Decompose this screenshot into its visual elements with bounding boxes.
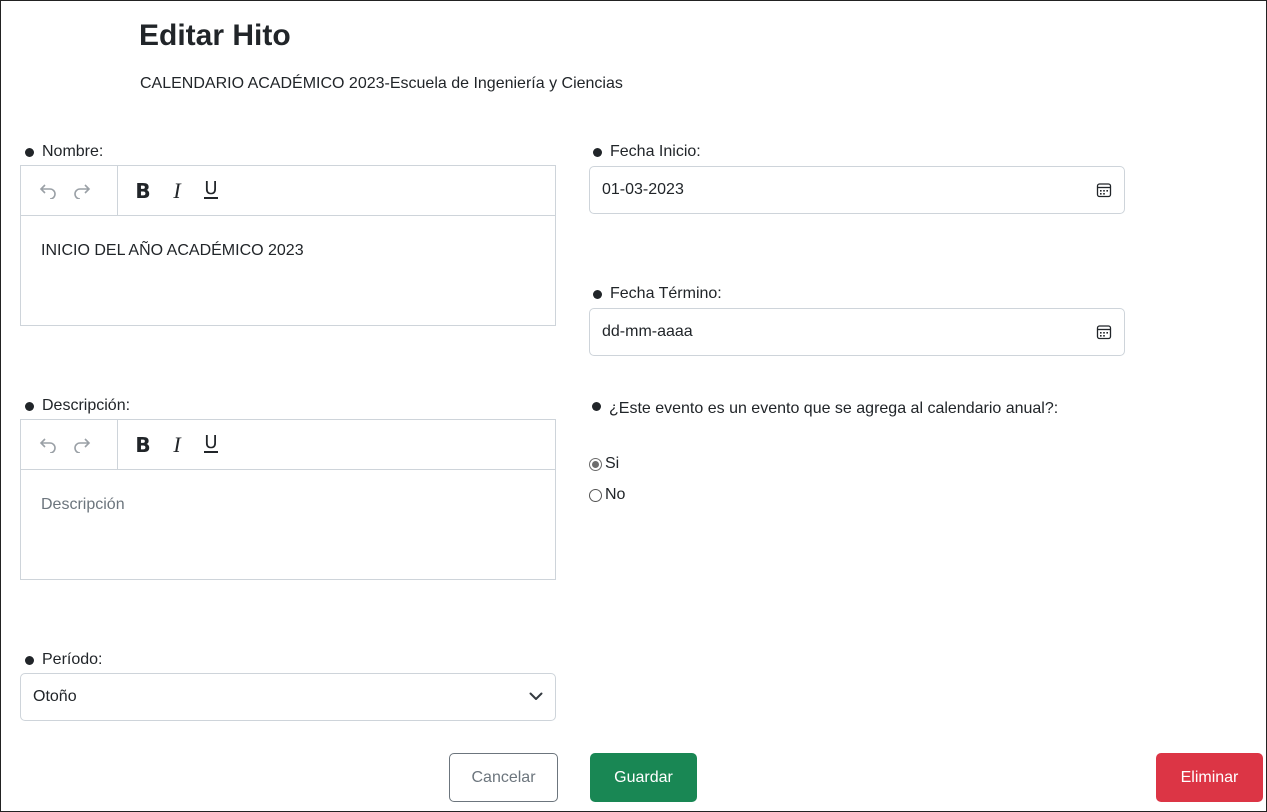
periodo-label: Período: bbox=[25, 649, 102, 671]
descripcion-editor[interactable]: B I U Descripción bbox=[20, 419, 556, 580]
fecha-termino-label-text: Fecha Término: bbox=[610, 285, 722, 302]
bullet-icon bbox=[25, 147, 34, 157]
fecha-termino-label: Fecha Término: bbox=[593, 283, 722, 305]
underline-icon[interactable]: U bbox=[194, 428, 228, 462]
italic-icon[interactable]: I bbox=[160, 174, 194, 208]
calendario-anual-label: ¿Este evento es un evento que se agrega … bbox=[592, 395, 1122, 423]
fecha-termino-input[interactable]: dd-mm-aaaa bbox=[589, 308, 1125, 356]
descripcion-toolbar: B I U bbox=[21, 420, 555, 470]
bold-icon[interactable]: B bbox=[126, 174, 160, 208]
nombre-editor[interactable]: B I U INICIO DEL AÑO ACADÉMICO 2023 bbox=[20, 165, 556, 326]
radio-option-si[interactable]: Si bbox=[589, 455, 619, 473]
chevron-down-icon bbox=[529, 688, 543, 706]
redo-icon[interactable] bbox=[65, 428, 99, 462]
nombre-editor-content[interactable]: INICIO DEL AÑO ACADÉMICO 2023 bbox=[21, 216, 555, 286]
nombre-label: Nombre: bbox=[25, 141, 103, 163]
history-group bbox=[21, 420, 118, 469]
descripcion-label-text: Descripción: bbox=[42, 397, 131, 414]
undo-icon[interactable] bbox=[31, 428, 65, 462]
radio-si[interactable] bbox=[589, 457, 602, 471]
italic-icon[interactable]: I bbox=[160, 428, 194, 462]
calendar-icon[interactable] bbox=[1096, 182, 1112, 198]
bullet-icon bbox=[593, 289, 602, 299]
redo-icon[interactable] bbox=[65, 174, 99, 208]
fecha-inicio-input[interactable]: 01-03-2023 bbox=[589, 166, 1125, 214]
format-group: B I U bbox=[118, 166, 236, 215]
radio-no[interactable] bbox=[589, 488, 602, 502]
calendar-icon[interactable] bbox=[1096, 324, 1112, 340]
save-button[interactable]: Guardar bbox=[590, 753, 697, 802]
descripcion-label: Descripción: bbox=[25, 395, 130, 417]
delete-button[interactable]: Eliminar bbox=[1156, 753, 1263, 802]
nombre-toolbar: B I U bbox=[21, 166, 555, 216]
fecha-inicio-value: 01-03-2023 bbox=[602, 181, 684, 198]
fecha-termino-value: dd-mm-aaaa bbox=[602, 323, 693, 340]
bold-icon[interactable]: B bbox=[126, 428, 160, 462]
fecha-inicio-label-text: Fecha Inicio: bbox=[610, 143, 701, 160]
page-subtitle: CALENDARIO ACADÉMICO 2023-Escuela de Ing… bbox=[140, 75, 623, 92]
radio-option-no[interactable]: No bbox=[589, 486, 625, 504]
periodo-select[interactable]: Otoño bbox=[20, 673, 556, 721]
radio-no-label[interactable]: No bbox=[605, 486, 625, 504]
descripcion-editor-content[interactable]: Descripción bbox=[21, 470, 555, 540]
nombre-label-text: Nombre: bbox=[42, 143, 104, 160]
bullet-icon bbox=[593, 147, 602, 157]
bullet-icon bbox=[592, 402, 601, 412]
periodo-selected-value: Otoño bbox=[33, 688, 77, 705]
edit-milestone-form: Editar Hito CALENDARIO ACADÉMICO 2023-Es… bbox=[0, 0, 1267, 812]
page-title: Editar Hito bbox=[139, 19, 291, 52]
underline-icon[interactable]: U bbox=[194, 174, 228, 208]
bullet-icon bbox=[25, 401, 34, 411]
format-group: B I U bbox=[118, 420, 236, 469]
radio-si-label[interactable]: Si bbox=[605, 455, 619, 473]
history-group bbox=[21, 166, 118, 215]
undo-icon[interactable] bbox=[31, 174, 65, 208]
bullet-icon bbox=[25, 655, 34, 665]
calendario-anual-question: ¿Este evento es un evento que se agrega … bbox=[609, 400, 1059, 417]
periodo-label-text: Período: bbox=[42, 651, 103, 668]
cancel-button[interactable]: Cancelar bbox=[449, 753, 558, 802]
fecha-inicio-label: Fecha Inicio: bbox=[593, 141, 701, 163]
